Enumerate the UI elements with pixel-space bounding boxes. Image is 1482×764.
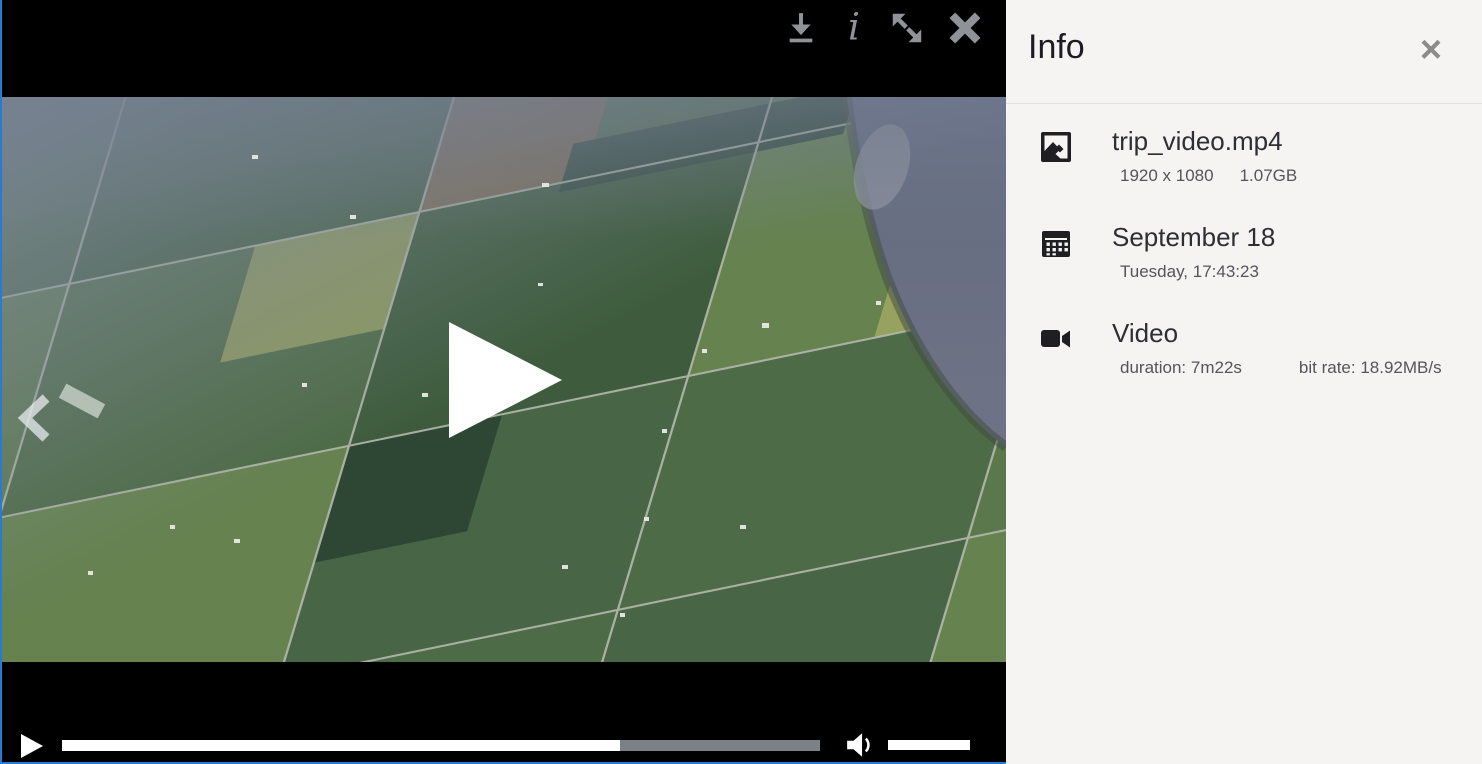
file-resolution: 1920 x 1080 — [1120, 166, 1214, 185]
download-icon[interactable] — [782, 8, 820, 48]
volume-button[interactable] — [845, 730, 877, 760]
close-icon[interactable] — [946, 8, 984, 48]
image-thumbnail-icon — [1040, 131, 1072, 163]
play-icon — [20, 733, 44, 759]
play-overlay-button[interactable] — [449, 322, 562, 438]
info-icon[interactable]: i — [835, 8, 873, 48]
play-triangle-icon — [449, 322, 562, 438]
date-info-row: September 18 Tuesday, 17:43:23 — [1040, 222, 1275, 282]
capture-date: September 18 — [1112, 222, 1275, 252]
calendar-icon — [1040, 227, 1072, 259]
video-bitrate: bit rate: 18.92MB/s — [1299, 358, 1442, 377]
app-window: i — [0, 0, 1482, 764]
file-name: trip_video.mp4 — [1112, 126, 1297, 156]
info-icon-glyph: i — [848, 9, 860, 47]
progress-bar[interactable] — [62, 740, 820, 751]
video-duration: duration: 7m22s — [1120, 358, 1242, 377]
chevron-left-icon — [14, 392, 58, 444]
info-panel: Info × trip_video.mp4 1920 x 1080 1.07GB — [1006, 0, 1482, 764]
volume-slider[interactable] — [888, 740, 970, 750]
panel-divider — [1006, 103, 1482, 104]
video-section-title: Video — [1112, 318, 1442, 348]
file-size: 1.07GB — [1240, 166, 1298, 185]
file-info-row: trip_video.mp4 1920 x 1080 1.07GB — [1040, 126, 1297, 186]
progress-played — [62, 740, 620, 751]
video-camera-icon — [1040, 327, 1072, 351]
info-panel-title: Info — [1028, 28, 1085, 67]
volume-fill — [888, 740, 970, 750]
video-info-row: Video duration: 7m22s bit rate: 18.92MB/s — [1040, 318, 1442, 378]
capture-day-time: Tuesday, 17:43:23 — [1120, 262, 1259, 281]
video-player: i — [0, 0, 1006, 764]
previous-item-button[interactable] — [14, 392, 58, 444]
info-panel-close-button[interactable]: × — [1410, 30, 1452, 70]
speaker-icon — [845, 730, 877, 760]
play-button[interactable] — [20, 733, 46, 759]
diagonal-expand-icon[interactable] — [888, 8, 926, 48]
